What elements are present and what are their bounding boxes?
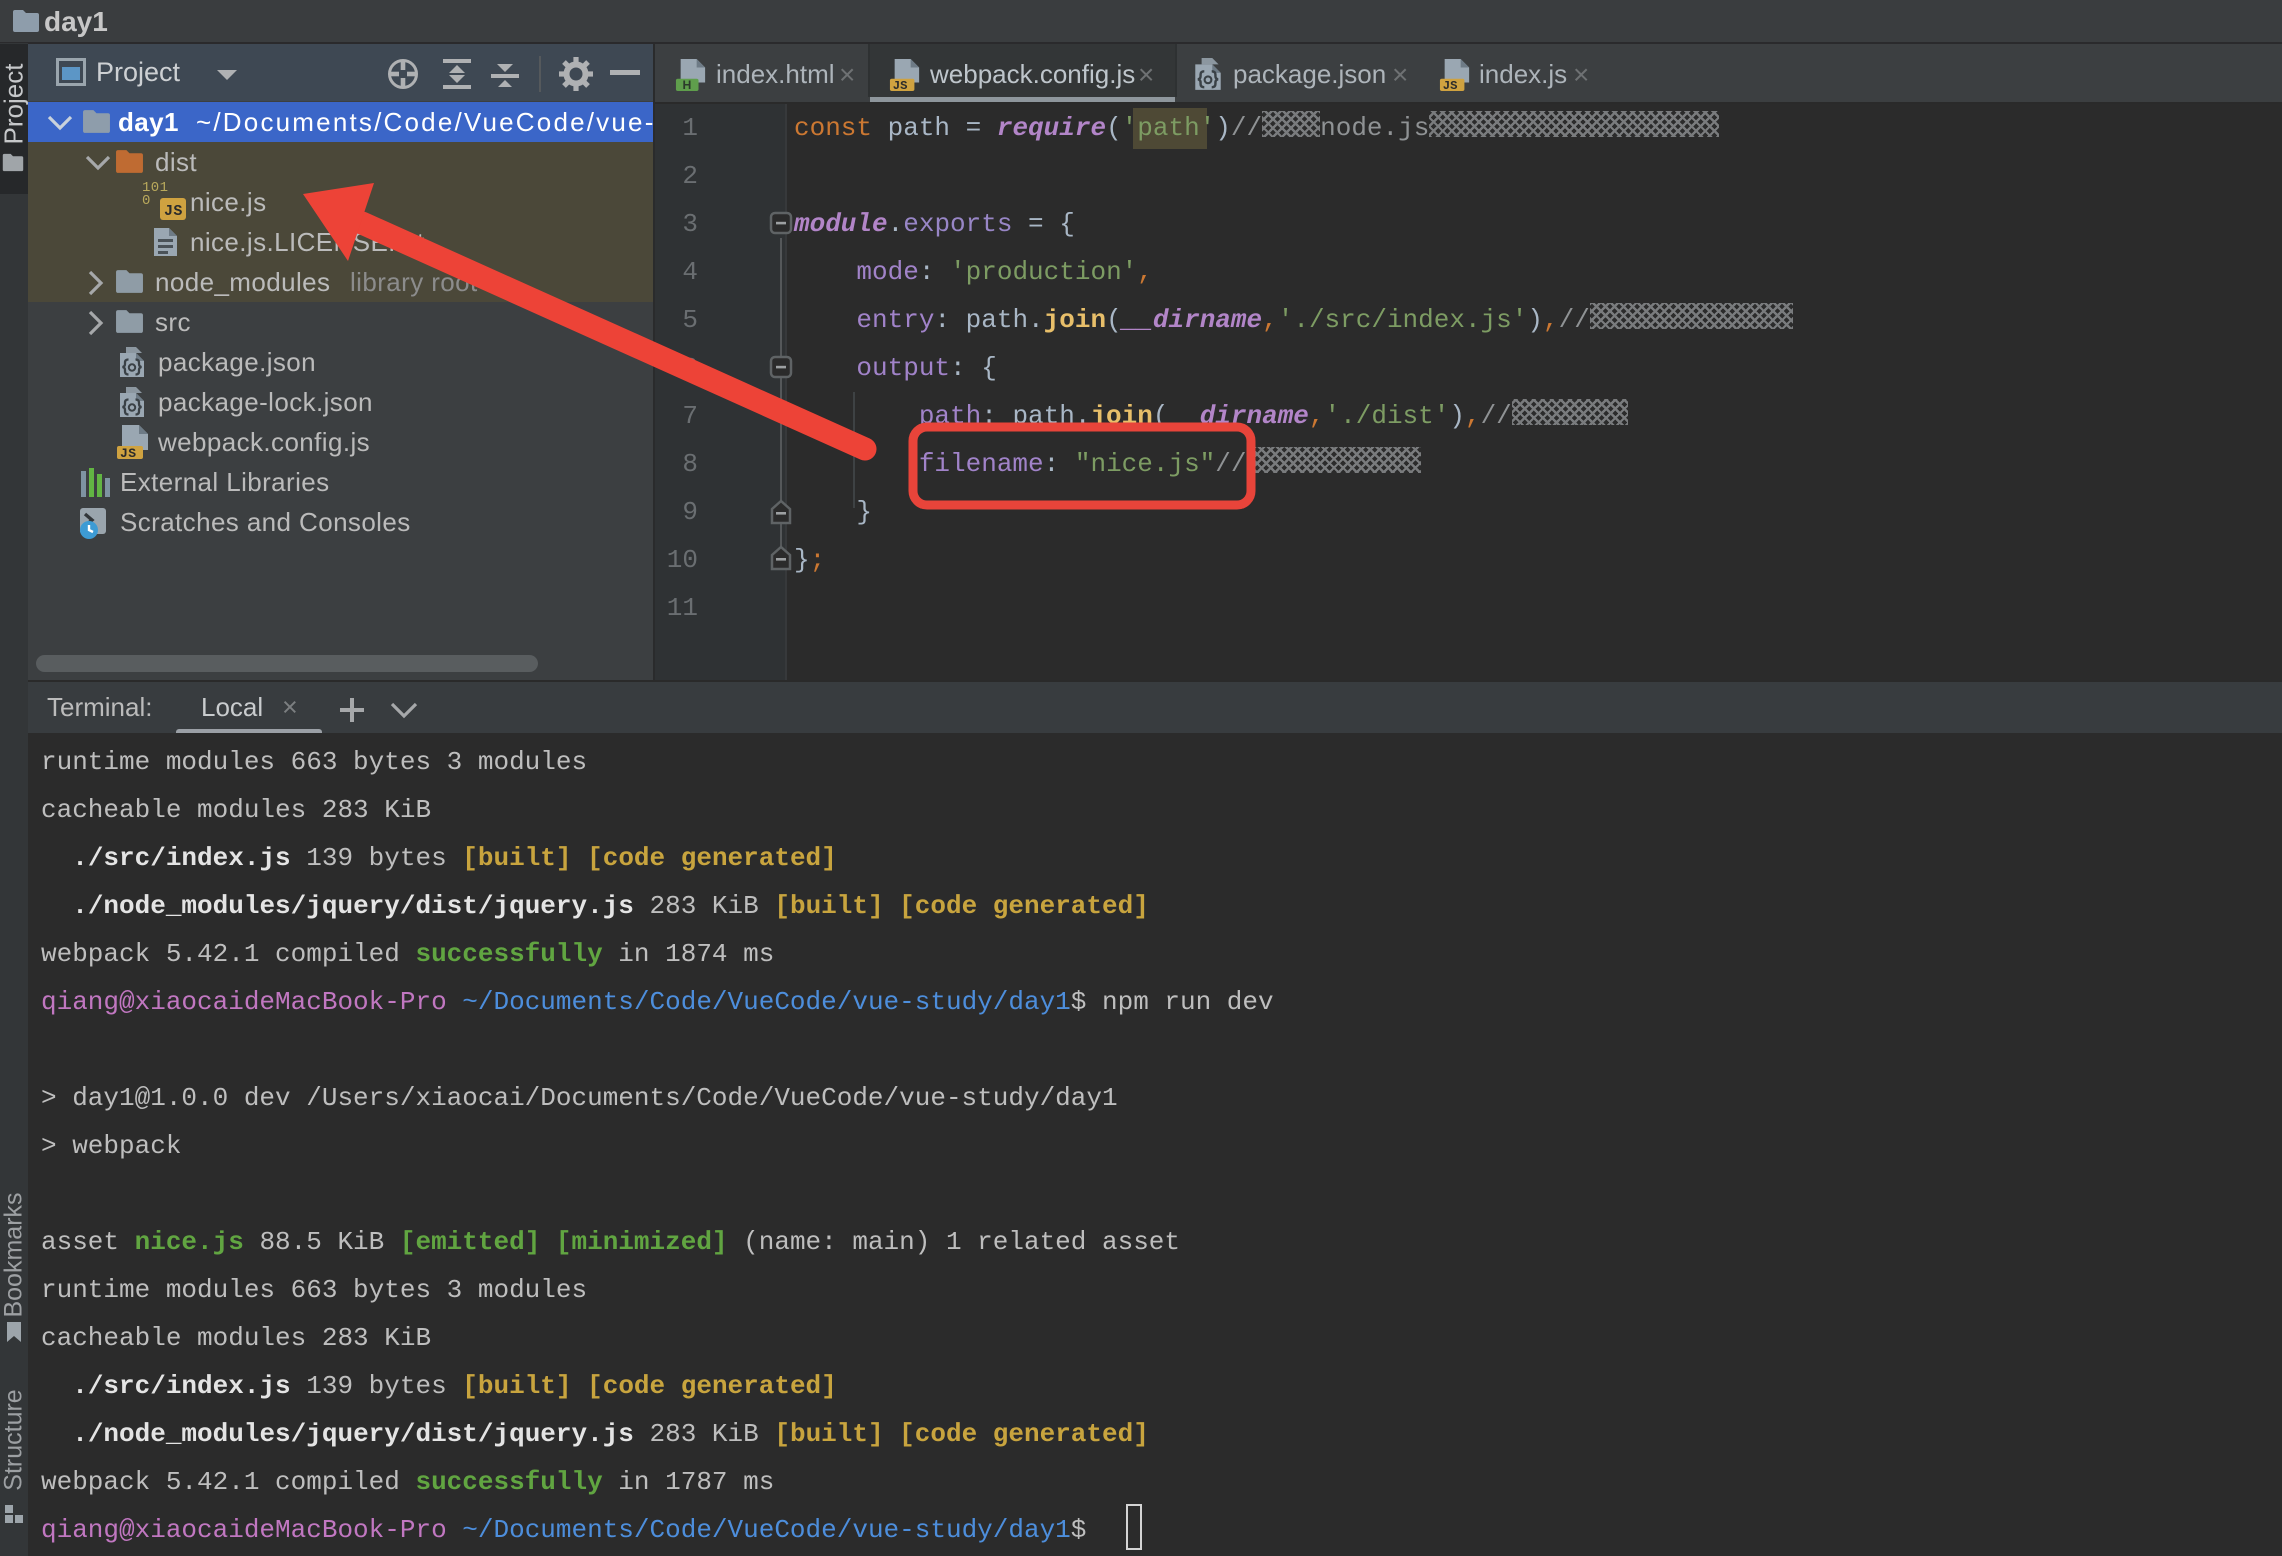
svg-text:JS: JS	[1443, 79, 1458, 93]
svg-text:H: H	[683, 78, 692, 92]
svg-text:JS: JS	[893, 79, 908, 93]
svg-text:JS: JS	[120, 446, 136, 460]
